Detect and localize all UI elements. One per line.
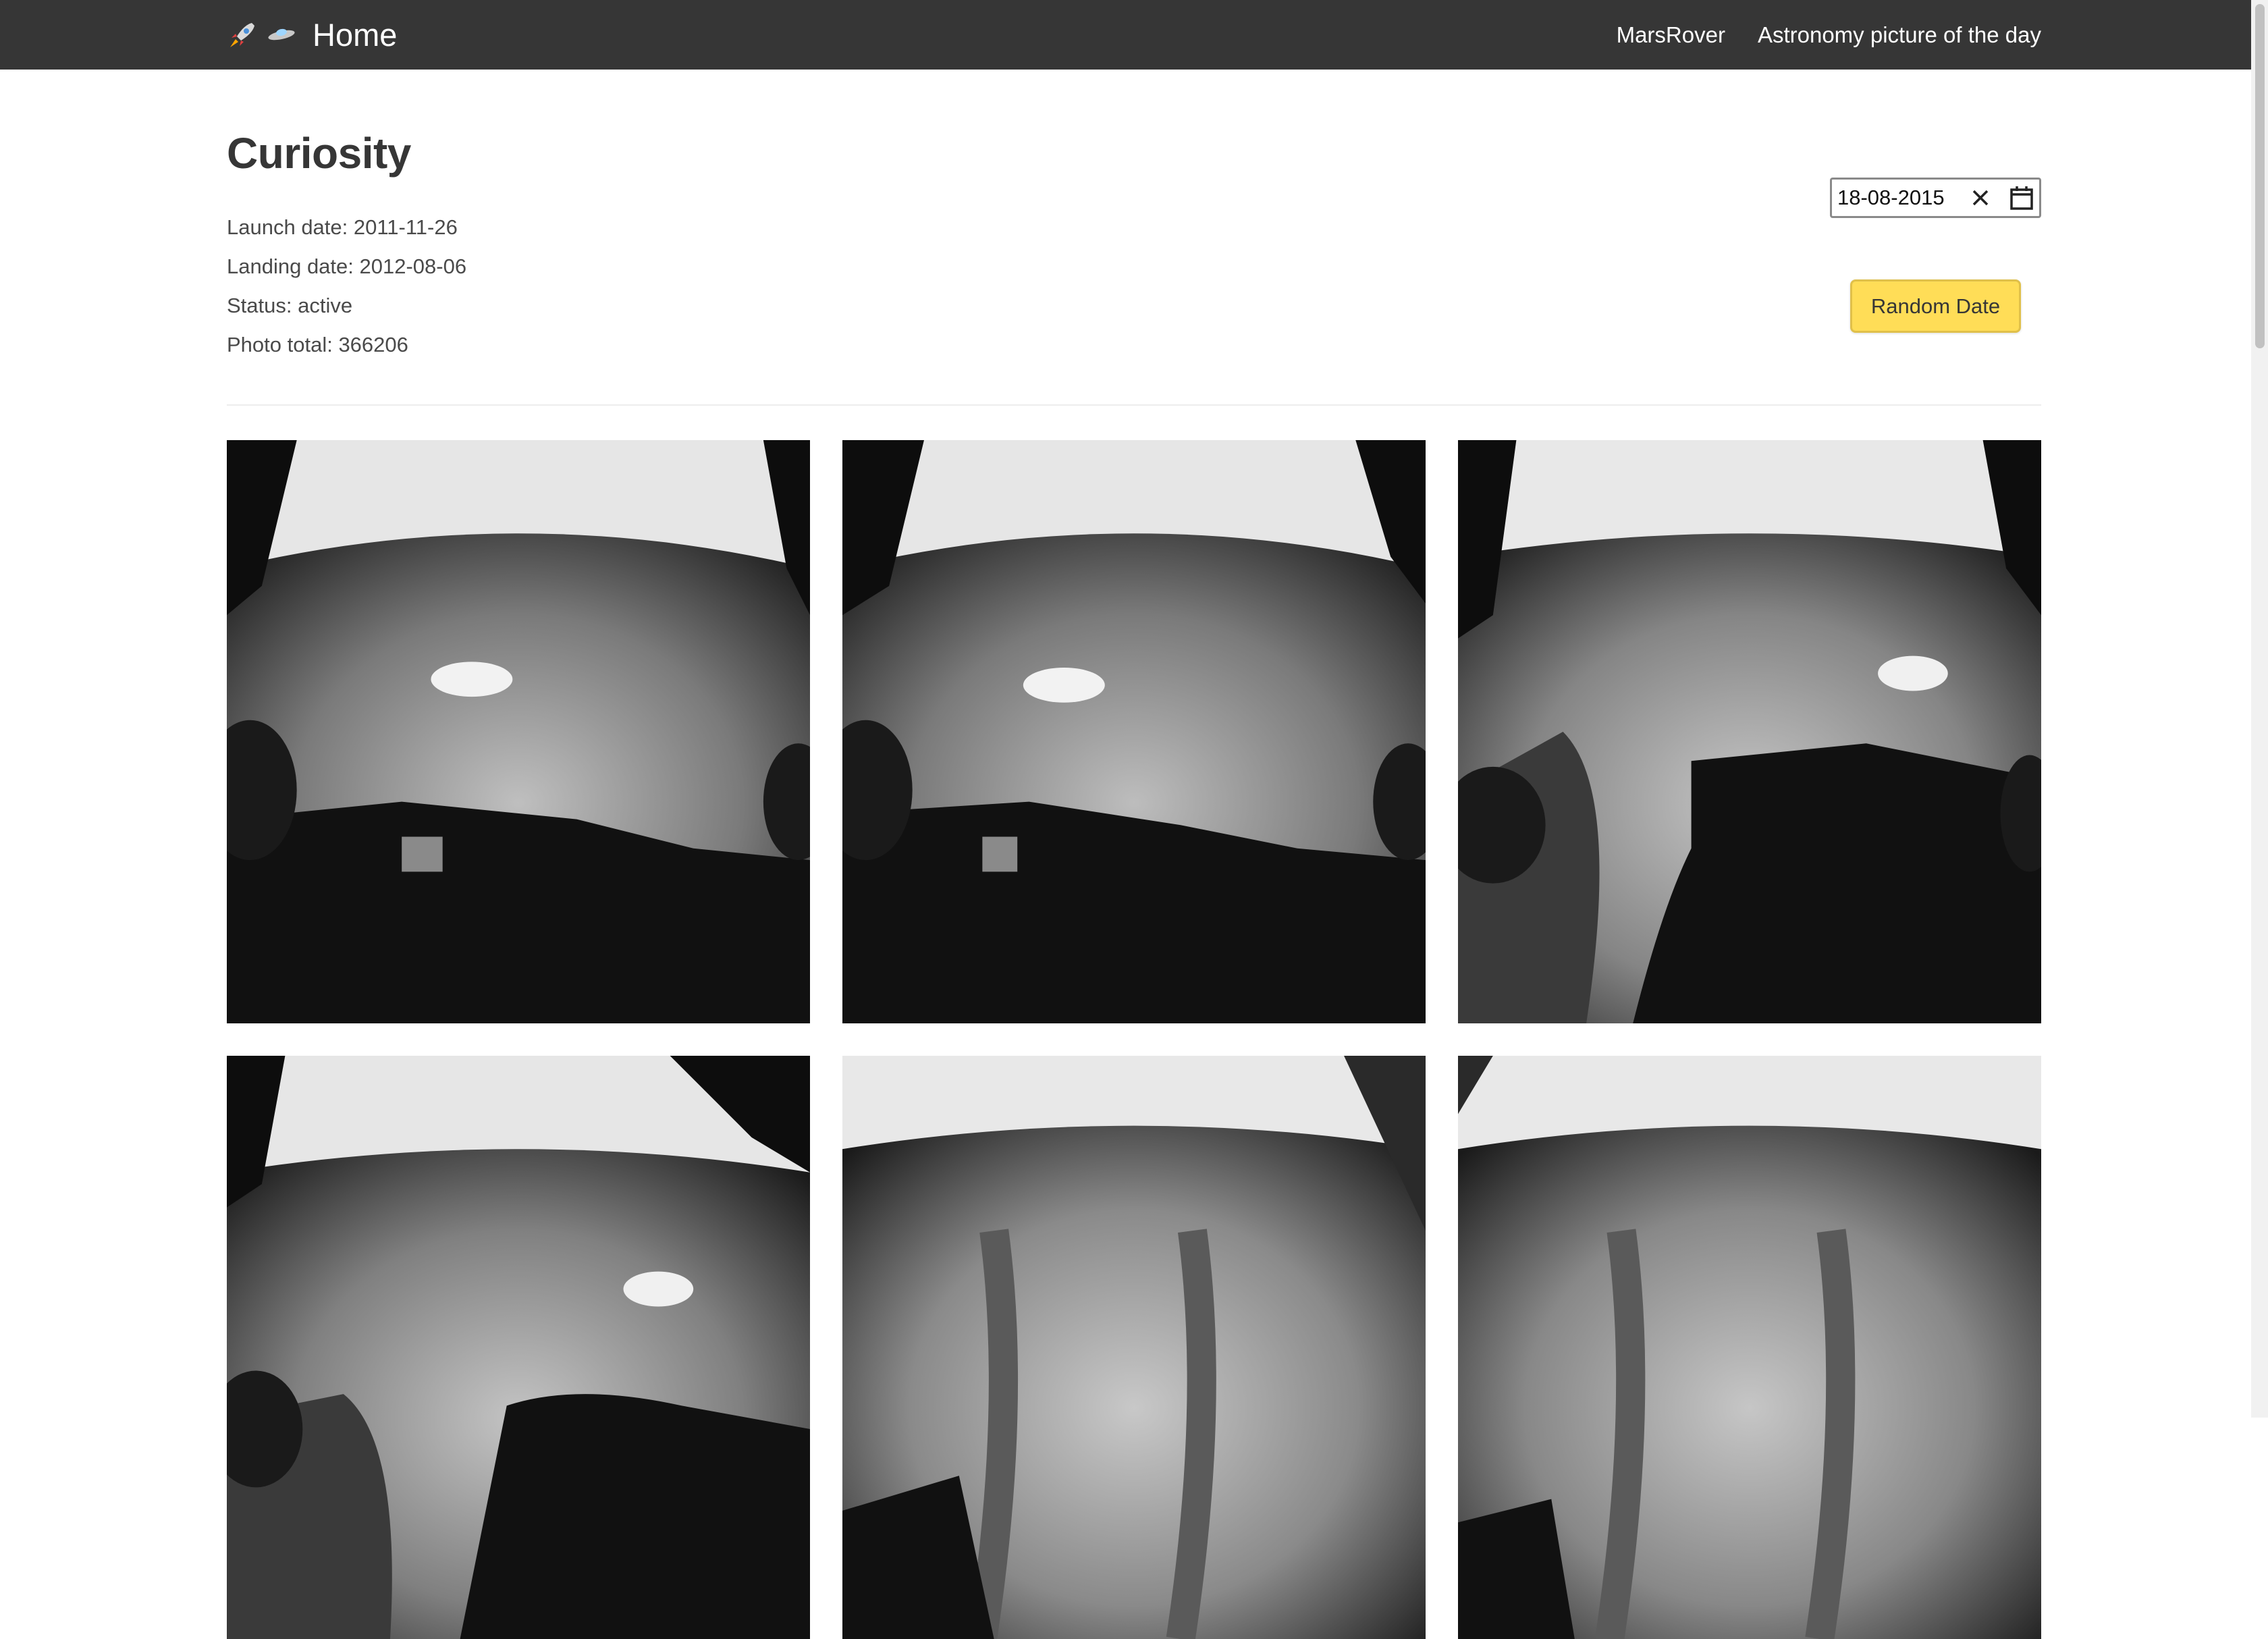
calendar-icon[interactable]: [2009, 184, 2034, 211]
navbar: Home MarsRover Astronomy picture of the …: [0, 0, 2268, 70]
brand[interactable]: Home: [226, 0, 397, 70]
rover-photo[interactable]: [227, 440, 810, 1023]
random-date-button[interactable]: Random Date: [1850, 279, 2021, 333]
scrollbar[interactable]: [2251, 0, 2268, 1418]
rover-status: Status: active: [227, 294, 353, 317]
nav-link-marsrover[interactable]: MarsRover: [1617, 22, 1725, 48]
date-picker[interactable]: 18-08-2015: [1830, 178, 2041, 218]
divider: [227, 404, 2041, 406]
landing-date: Landing date: 2012-08-06: [227, 254, 467, 278]
rover-photo[interactable]: [1458, 440, 2041, 1023]
nav-link-apod[interactable]: Astronomy picture of the day: [1758, 22, 2041, 48]
scrollbar-thumb[interactable]: [2255, 4, 2265, 348]
rover-name: Curiosity: [227, 129, 411, 178]
rover-photo[interactable]: [1458, 1056, 2041, 1639]
rover-photo[interactable]: [842, 1056, 1426, 1639]
photo-total: Photo total: 366206: [227, 333, 408, 356]
rover-info: Curiosity Launch date: 2011-11-26 Landin…: [227, 128, 466, 365]
rover-photo[interactable]: [227, 1056, 810, 1639]
rocket-icon: [226, 19, 259, 51]
nav-links: MarsRover Astronomy picture of the day: [1584, 0, 2041, 70]
rover-photo[interactable]: [842, 440, 1426, 1023]
home-link[interactable]: Home: [313, 16, 397, 53]
clear-icon[interactable]: [1968, 186, 1993, 210]
ufo-icon: [265, 19, 298, 51]
date-value[interactable]: 18-08-2015: [1837, 186, 1966, 210]
launch-date: Launch date: 2011-11-26: [227, 215, 458, 239]
